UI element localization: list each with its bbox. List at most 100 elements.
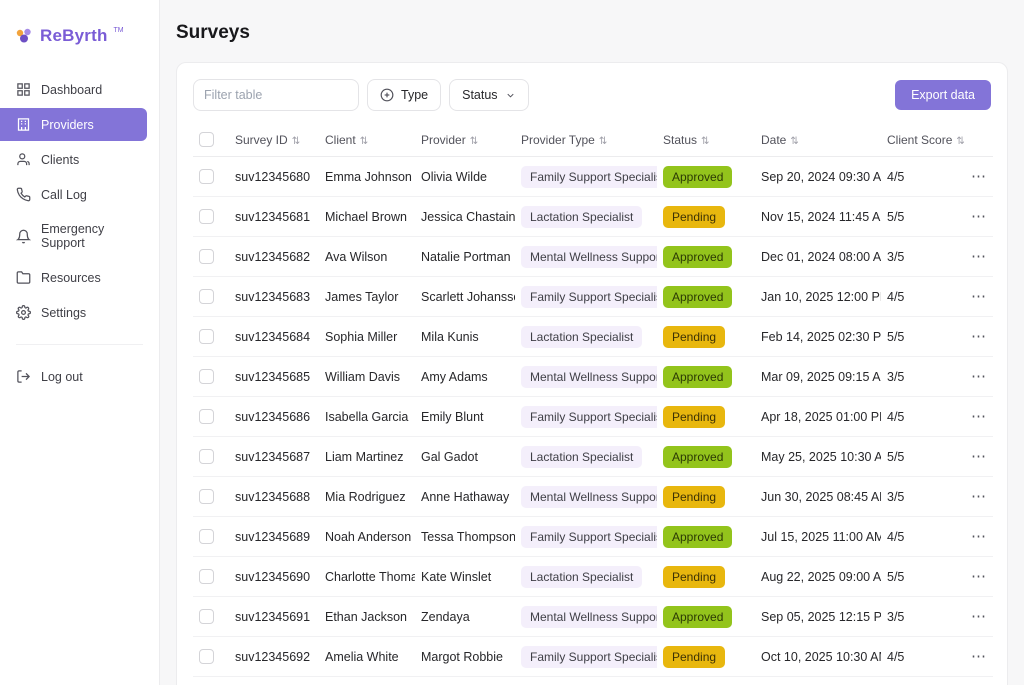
page-title: Surveys — [176, 22, 1008, 44]
client-cell: Emma Johnson — [319, 157, 415, 197]
row-actions-button[interactable]: ⋯ — [971, 409, 987, 424]
row-actions-button[interactable]: ⋯ — [971, 529, 987, 544]
sidebar-item-call-log[interactable]: Call Log — [0, 178, 159, 211]
gear-icon — [16, 305, 31, 320]
row-checkbox[interactable] — [199, 329, 214, 344]
sort-icon[interactable]: ⇅ — [956, 136, 964, 147]
sidebar-item-logout[interactable]: Log out — [0, 360, 159, 393]
sort-icon[interactable]: ⇅ — [470, 136, 478, 147]
sort-icon[interactable]: ⇅ — [360, 136, 368, 147]
column-header-status: Status — [663, 133, 697, 147]
brand-trademark: TM — [114, 27, 124, 34]
row-checkbox[interactable] — [199, 409, 214, 424]
survey-id-cell: suv12345691 — [229, 597, 319, 637]
column-header-date: Date — [761, 133, 786, 147]
sidebar-item-label: Clients — [41, 153, 79, 167]
row-checkbox[interactable] — [199, 209, 214, 224]
survey-id-cell: suv12345680 — [229, 157, 319, 197]
date-cell: Aug 22, 2025 09:00 AM — [755, 557, 881, 597]
status-badge: Approved — [663, 166, 732, 188]
column-header-provider-type: Provider Type — [521, 133, 595, 147]
row-checkbox[interactable] — [199, 289, 214, 304]
row-actions-button[interactable]: ⋯ — [971, 169, 987, 184]
sidebar-item-settings[interactable]: Settings — [0, 296, 159, 329]
row-checkbox[interactable] — [199, 449, 214, 464]
status-badge: Approved — [663, 286, 732, 308]
row-actions-button[interactable]: ⋯ — [971, 249, 987, 264]
provider-cell: Scarlett Johansson — [415, 277, 515, 317]
folder-icon — [16, 270, 31, 285]
sidebar-item-resources[interactable]: Resources — [0, 261, 159, 294]
sort-icon[interactable]: ⇅ — [701, 136, 709, 147]
client-score-cell: 3/5 — [881, 477, 965, 517]
date-cell: Feb 14, 2025 02:30 PM — [755, 317, 881, 357]
row-actions-button[interactable]: ⋯ — [971, 649, 987, 664]
row-actions-button[interactable]: ⋯ — [971, 489, 987, 504]
rebyrth-logo-icon — [14, 26, 34, 46]
building-icon — [16, 117, 31, 132]
sidebar: ReByrth TM Dashboard Providers Clients C… — [0, 0, 160, 685]
status-filter-button[interactable]: Status — [449, 79, 528, 111]
sort-icon[interactable]: ⇅ — [790, 136, 798, 147]
sidebar-item-providers[interactable]: Providers — [0, 108, 147, 141]
status-badge: Approved — [663, 446, 732, 468]
sidebar-item-clients[interactable]: Clients — [0, 143, 159, 176]
row-checkbox[interactable] — [199, 569, 214, 584]
survey-id-cell: suv12345688 — [229, 477, 319, 517]
column-header-provider: Provider — [421, 133, 466, 147]
provider-type-badge: Family Support Specialist — [521, 526, 657, 548]
provider-cell: Anne Hathaway — [415, 477, 515, 517]
sidebar-item-emergency-support[interactable]: Emergency Support — [0, 213, 159, 259]
status-badge: Approved — [663, 246, 732, 268]
filter-input[interactable] — [193, 79, 359, 111]
row-actions-button[interactable]: ⋯ — [971, 449, 987, 464]
client-cell: Amelia White — [319, 637, 415, 677]
survey-id-cell: suv12345690 — [229, 557, 319, 597]
surveys-table: Survey ID⇅ Client⇅ Provider⇅ Provider Ty… — [193, 123, 993, 677]
main-content: Surveys Type Status Export data — [160, 0, 1024, 685]
sidebar-item-dashboard[interactable]: Dashboard — [0, 73, 159, 106]
row-actions-button[interactable]: ⋯ — [971, 369, 987, 384]
row-checkbox[interactable] — [199, 609, 214, 624]
table-row: suv12345685 William Davis Amy Adams Ment… — [193, 357, 993, 397]
survey-id-cell: suv12345682 — [229, 237, 319, 277]
table-row: suv12345692 Amelia White Margot Robbie F… — [193, 637, 993, 677]
date-cell: Jul 15, 2025 11:00 AM — [755, 517, 881, 557]
type-filter-button[interactable]: Type — [367, 79, 441, 111]
survey-id-cell: suv12345689 — [229, 517, 319, 557]
row-actions-button[interactable]: ⋯ — [971, 289, 987, 304]
sort-icon[interactable]: ⇅ — [292, 136, 300, 147]
sort-icon[interactable]: ⇅ — [599, 136, 607, 147]
brand-name: ReByrth — [40, 26, 108, 46]
survey-id-cell: suv12345683 — [229, 277, 319, 317]
provider-type-badge: Mental Wellness Support — [521, 366, 657, 388]
export-data-button[interactable]: Export data — [895, 80, 991, 110]
table-row: suv12345684 Sophia Miller Mila Kunis Lac… — [193, 317, 993, 357]
sidebar-divider — [16, 344, 143, 345]
column-header-client-score: Client Score — [887, 133, 952, 147]
provider-type-badge: Lactation Specialist — [521, 566, 642, 588]
table-row: suv12345690 Charlotte Thomas Kate Winsle… — [193, 557, 993, 597]
select-all-checkbox[interactable] — [199, 132, 214, 147]
table-footer: Showingtoofentries Entries per page 10 P… — [193, 677, 991, 685]
phone-icon — [16, 187, 31, 202]
row-checkbox[interactable] — [199, 649, 214, 664]
client-cell: Ethan Jackson — [319, 597, 415, 637]
row-checkbox[interactable] — [199, 249, 214, 264]
row-checkbox[interactable] — [199, 169, 214, 184]
row-checkbox[interactable] — [199, 529, 214, 544]
row-actions-button[interactable]: ⋯ — [971, 609, 987, 624]
bell-icon — [16, 229, 31, 244]
row-actions-button[interactable]: ⋯ — [971, 329, 987, 344]
status-badge: Pending — [663, 646, 725, 668]
client-score-cell: 4/5 — [881, 517, 965, 557]
row-actions-button[interactable]: ⋯ — [971, 569, 987, 584]
provider-cell: Mila Kunis — [415, 317, 515, 357]
table-header-row: Survey ID⇅ Client⇅ Provider⇅ Provider Ty… — [193, 123, 993, 157]
row-actions-button[interactable]: ⋯ — [971, 209, 987, 224]
client-cell: Ava Wilson — [319, 237, 415, 277]
row-checkbox[interactable] — [199, 369, 214, 384]
row-checkbox[interactable] — [199, 489, 214, 504]
survey-id-cell: suv12345684 — [229, 317, 319, 357]
provider-type-badge: Mental Wellness Support — [521, 606, 657, 628]
